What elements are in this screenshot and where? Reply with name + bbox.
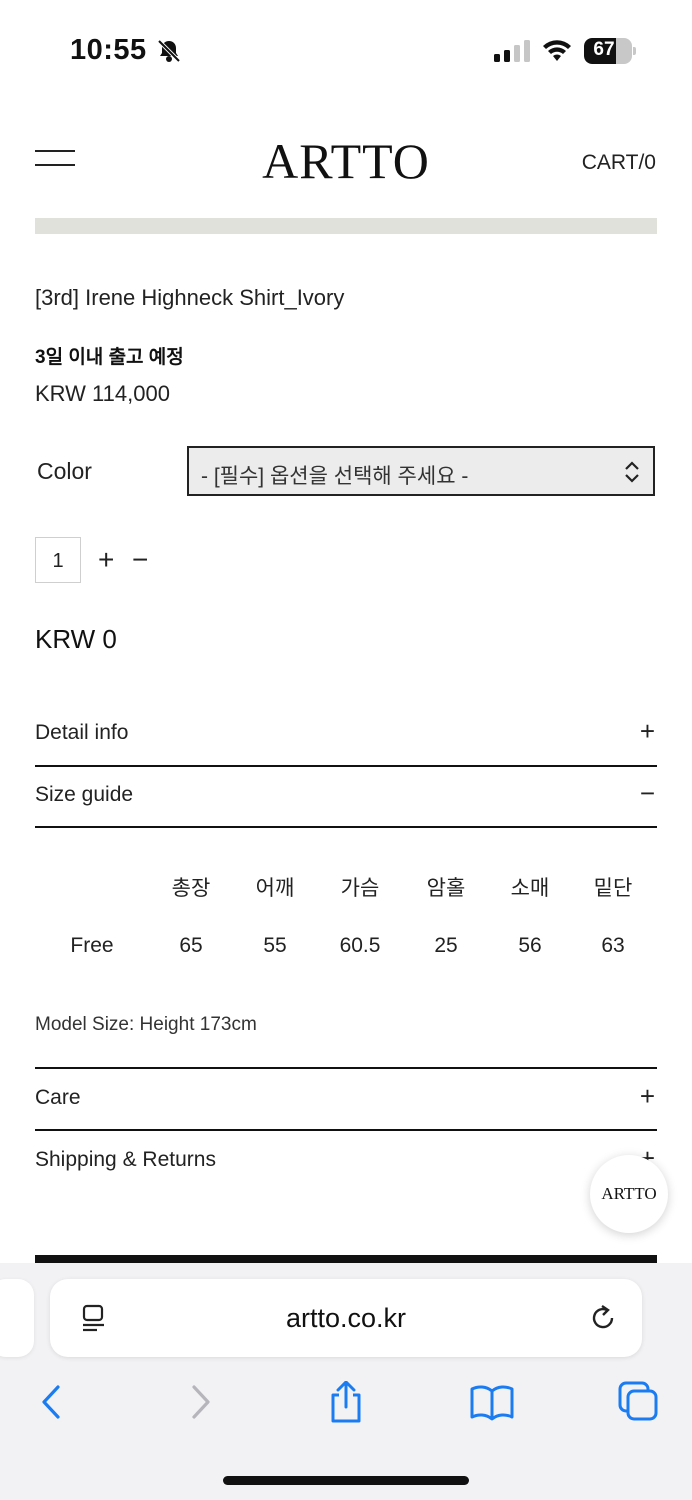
model-size-note: Model Size: Height 173cm (35, 1014, 257, 1035)
quantity-input[interactable]: 1 (35, 537, 81, 583)
accordion-care[interactable]: Care + (35, 1068, 657, 1130)
size-value-cell: 63 (601, 934, 625, 957)
bell-slash-icon (157, 39, 181, 63)
product-image-strip (35, 218, 657, 234)
size-value-cell: 25 (434, 934, 458, 957)
chevron-updown-icon (625, 461, 639, 483)
color-option-label: Color (37, 458, 92, 484)
color-select[interactable]: - [필수] 옵션을 선택해 주세요 - (187, 446, 655, 496)
accordion-detail-info[interactable]: Detail info + (35, 703, 657, 765)
accordion-shipping-returns[interactable]: Shipping & Returns + (35, 1130, 657, 1192)
size-value-cell: 65 (179, 934, 203, 957)
total-price: KRW 0 (35, 624, 117, 654)
plus-icon: + (639, 716, 655, 746)
quantity-decrease-button[interactable]: − (132, 545, 148, 575)
plus-icon: + (639, 1081, 655, 1111)
url-text: artto.co.kr (285, 1303, 407, 1333)
forward-icon[interactable] (178, 1381, 224, 1423)
divider (35, 826, 657, 828)
accordion-size-guide[interactable]: Size guide − (35, 765, 657, 827)
accordion-label: Shipping & Returns (35, 1148, 216, 1171)
battery-level-text: 67 (593, 39, 615, 60)
address-bar[interactable]: artto.co.kr (50, 1279, 642, 1357)
status-bar: 10:55 67 (0, 0, 692, 100)
size-header-cell: 총장 (171, 877, 211, 900)
cellular-signal-icon (494, 40, 530, 62)
product-price: KRW 114,000 (35, 381, 170, 406)
size-header-cell: 밑단 (593, 877, 633, 900)
size-row-label: Free (70, 934, 114, 957)
previous-tab-peek[interactable] (0, 1279, 34, 1357)
back-icon[interactable] (28, 1381, 74, 1423)
accordion-label: Size guide (35, 783, 134, 806)
share-icon[interactable] (323, 1381, 369, 1423)
bookmarks-icon[interactable] (469, 1381, 515, 1423)
status-time: 10:55 (70, 34, 147, 66)
home-indicator (223, 1476, 469, 1485)
size-header-cell: 암홀 (426, 877, 466, 900)
size-value-cell: 55 (263, 934, 287, 957)
tabs-icon[interactable] (616, 1381, 662, 1423)
accordion-label: Detail info (35, 721, 129, 744)
size-header-cell: 가슴 (340, 877, 380, 900)
cart-link[interactable]: CART/0 (582, 151, 656, 175)
product-name: [3rd] Irene Highneck Shirt_Ivory (35, 285, 345, 310)
reload-icon[interactable] (588, 1303, 618, 1333)
quantity-increase-button[interactable]: + (98, 545, 114, 575)
minus-icon: − (639, 778, 655, 808)
size-header-cell: 소매 (510, 877, 550, 900)
accordion-label: Care (35, 1086, 81, 1109)
browser-toolbar: artto.co.kr (0, 1263, 692, 1500)
size-value-cell: 60.5 (339, 934, 381, 957)
wifi-icon (543, 40, 571, 61)
color-select-value: - [필수] 옵션을 선택해 주세요 - (201, 465, 469, 488)
size-value-cell: 56 (518, 934, 542, 957)
shipping-note: 3일 이내 출고 예정 (35, 347, 184, 368)
artto-chat-button[interactable]: ARTTO (590, 1155, 668, 1233)
size-header-cell: 어깨 (255, 877, 295, 900)
battery-icon: 67 (584, 38, 636, 64)
